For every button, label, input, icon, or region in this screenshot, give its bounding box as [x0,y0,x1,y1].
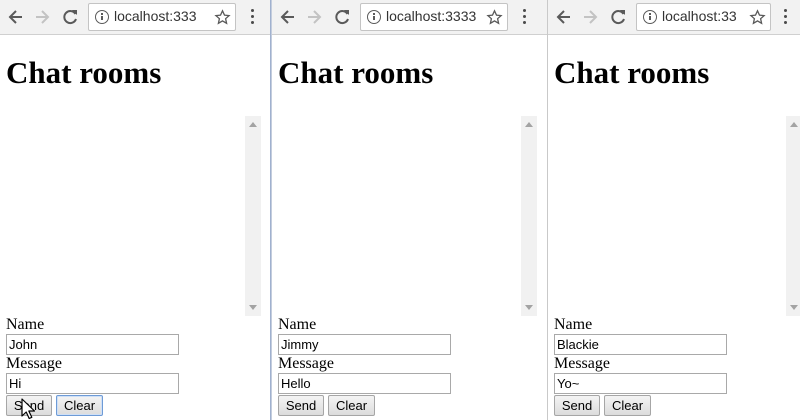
browser-toolbar: localhost:333 [0,0,270,35]
url-text: localhost:3333 [386,8,477,24]
address-bar[interactable]: localhost:3333 [360,3,508,31]
name-label: Name [6,316,45,333]
arrow-right-icon [308,10,322,24]
message-input[interactable]: Yo~ [554,373,727,394]
forward-button[interactable] [303,6,325,28]
bookmark-star-button[interactable] [214,9,231,26]
star-icon [214,9,231,25]
bookmark-star-button[interactable] [749,9,766,26]
arrow-right-icon [36,10,50,24]
name-input[interactable]: Blackie [554,334,727,355]
message-label: Message [278,355,334,372]
chat-log-scrollbar[interactable] [521,116,537,316]
browser-window-2: localhost:3333 Chat rooms Name Jimmy Mes… [272,0,548,420]
browser-menu-button[interactable] [784,9,788,25]
message-input[interactable]: Hi [6,373,179,394]
scroll-down-arrow-icon[interactable] [249,305,257,310]
reload-icon [335,10,349,25]
send-button[interactable]: Send [554,395,600,416]
name-input[interactable]: Jimmy [278,334,451,355]
scroll-up-arrow-icon[interactable] [790,122,798,127]
star-icon [749,9,766,25]
scroll-down-arrow-icon[interactable] [790,305,798,310]
address-bar[interactable]: localhost:33 [636,3,771,31]
arrow-right-icon [584,10,598,24]
send-button[interactable]: Send [278,395,324,416]
back-button[interactable] [553,6,575,28]
forward-button[interactable] [579,6,601,28]
info-icon[interactable] [643,10,657,24]
chat-log-scrollbar[interactable] [245,116,261,316]
clear-button[interactable]: Clear [604,395,651,416]
message-input[interactable]: Hello [278,373,451,394]
reload-button[interactable] [59,6,81,28]
name-input[interactable]: John [6,334,179,355]
name-label: Name [278,316,317,333]
clear-button[interactable]: Clear [56,395,103,416]
address-bar[interactable]: localhost:333 [88,3,236,31]
mouse-pointer-icon [21,398,37,420]
forward-button[interactable] [31,6,53,28]
browser-toolbar: localhost:3333 [272,0,548,35]
info-icon[interactable] [95,10,109,24]
arrow-left-icon [556,10,570,24]
kebab-menu-icon [784,9,787,12]
browser-window-3: localhost:33 Chat rooms Name Blackie Mes… [548,0,800,420]
back-button[interactable] [277,6,299,28]
kebab-menu-icon [523,9,526,12]
browser-toolbar: localhost:33 [548,0,800,35]
message-label: Message [554,355,610,372]
page-title: Chat rooms [278,55,434,90]
star-icon [486,9,503,25]
info-icon[interactable] [367,10,381,24]
page-title: Chat rooms [554,55,710,90]
url-text: localhost:333 [114,8,197,24]
reload-button[interactable] [607,6,629,28]
page-title: Chat rooms [6,55,162,90]
browser-menu-button[interactable] [251,9,255,25]
reload-button[interactable] [331,6,353,28]
message-label: Message [6,355,62,372]
reload-icon [611,10,625,25]
kebab-menu-icon [251,9,254,12]
browser-menu-button[interactable] [523,9,527,25]
chat-log-scrollbar[interactable] [786,116,800,316]
arrow-left-icon [280,10,294,24]
name-label: Name [554,316,593,333]
scroll-down-arrow-icon[interactable] [525,305,533,310]
browser-window-1: localhost:333 Chat rooms Name John Messa… [0,0,270,420]
arrow-left-icon [8,10,22,24]
scroll-up-arrow-icon[interactable] [249,122,257,127]
clear-button[interactable]: Clear [328,395,375,416]
scroll-up-arrow-icon[interactable] [525,122,533,127]
bookmark-star-button[interactable] [486,9,503,26]
reload-icon [63,10,77,25]
back-button[interactable] [5,6,27,28]
url-text: localhost:33 [662,8,737,24]
